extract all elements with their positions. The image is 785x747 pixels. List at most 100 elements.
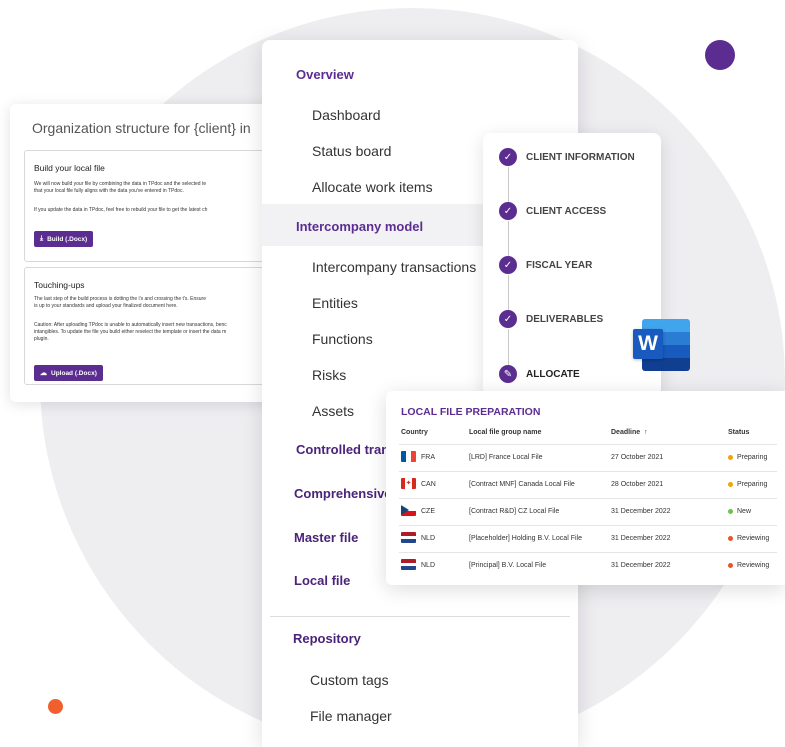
status-label: Preparing (737, 481, 768, 488)
cell-deadline: 31 December 2022 (611, 508, 671, 515)
nav-custom-tags[interactable]: Custom tags (310, 672, 389, 688)
nav-repository[interactable]: Repository (293, 631, 361, 646)
nav-intercompany-transactions[interactable]: Intercompany transactions (312, 259, 476, 275)
pencil-icon: ✎ (499, 365, 517, 383)
status-dot-icon (728, 454, 733, 460)
table-row[interactable]: NLD [Principal] B.V. Local File 31 Decembe… (399, 552, 777, 579)
nav-functions[interactable]: Functions (312, 331, 373, 347)
step-label: FISCAL YEAR (526, 259, 593, 271)
check-icon: ✓ (499, 148, 517, 166)
status-label: Reviewing (737, 535, 770, 542)
cell-status: Preparing (728, 481, 767, 488)
cell-status: Reviewing (728, 535, 769, 542)
deadline-header-label: Deadline (611, 429, 641, 436)
flag-fr-icon (401, 451, 416, 462)
table-row[interactable]: NLD [Placeholder] Holding B.V. Local File… (399, 525, 777, 552)
column-header-country[interactable]: Country (401, 429, 428, 436)
build-docx-button[interactable]: ⤓ Build (.Docx) (34, 231, 94, 247)
touch-text-line: The last step of the build process is do… (34, 296, 207, 302)
decorative-dot-purple (705, 40, 735, 70)
table-row[interactable]: CZE [Contract R&D] CZ Local File 31 Decemb… (399, 498, 777, 525)
decorative-dot-orange (48, 699, 63, 714)
cell-country-code: NLD (421, 562, 436, 569)
flag-cz-icon (401, 505, 416, 516)
step-fiscal-year[interactable]: ✓ FISCAL YEAR (499, 256, 592, 274)
build-button-label: Build (.Docx) (47, 235, 88, 243)
download-icon: ⤓ (40, 235, 44, 242)
nav-divider (270, 616, 570, 617)
build-text-line: that your local file fully aligns with t… (34, 188, 184, 194)
cell-country-code: NLD (421, 535, 436, 542)
nav-status-board[interactable]: Status board (312, 143, 391, 159)
organization-structure-card: Organization structure for {client} in B… (10, 104, 280, 402)
cell-group-name: [Contract R&D] CZ Local File (469, 508, 560, 515)
status-dot-icon (728, 562, 733, 568)
step-label: CLIENT ACCESS (526, 205, 607, 217)
check-icon: ✓ (499, 202, 517, 220)
nav-dashboard[interactable]: Dashboard (312, 107, 381, 123)
column-header-group-name[interactable]: Local file group name (469, 429, 541, 436)
cell-group-name: [Placeholder] Holding B.V. Local File (469, 535, 582, 542)
step-connector (508, 275, 509, 311)
cell-deadline: 31 December 2022 (611, 562, 671, 569)
word-icon-bar (642, 358, 690, 371)
cell-group-name: [Contract MNF] Canada Local File (469, 481, 575, 488)
touch-caution-line: plugin. (34, 336, 49, 342)
touch-caution-line: Caution: After uploading TPdoc is unable… (34, 322, 227, 328)
nav-master-file[interactable]: Master file (294, 530, 358, 545)
cell-status: New (728, 508, 751, 515)
flag-nl-icon (401, 532, 416, 543)
cell-group-name: [LRD] France Local File (469, 454, 543, 461)
step-label: ALLOCATE (526, 368, 580, 380)
step-deliverables[interactable]: ✓ DELIVERABLES (499, 310, 603, 328)
cell-deadline: 31 December 2022 (611, 535, 671, 542)
cell-status: Reviewing (728, 562, 769, 569)
step-client-information[interactable]: ✓ CLIENT INFORMATION (499, 148, 635, 166)
check-icon: ✓ (499, 310, 517, 328)
nav-entities[interactable]: Entities (312, 295, 358, 311)
nav-file-manager[interactable]: File manager (310, 708, 392, 724)
local-file-preparation-table: LOCAL FILE PREPARATION Country Local fil… (386, 391, 785, 585)
table-row[interactable]: FRA [LRD] France Local File 27 October 202… (399, 444, 777, 471)
nav-risks[interactable]: Risks (312, 367, 346, 383)
sort-arrow-up-icon: ↑ (642, 429, 648, 436)
cell-deadline: 27 October 2021 (611, 454, 664, 461)
build-text-line: We will now build your file by combining… (34, 181, 207, 187)
build-text-line: If you update the data in TPdoc, feel fr… (34, 207, 208, 213)
touching-ups-section: Touching-ups The last step of the build … (24, 267, 280, 385)
step-label: CLIENT INFORMATION (526, 151, 635, 163)
upload-button-label: Upload (.Docx) (51, 369, 97, 377)
flag-ca-icon: ✦ (401, 478, 416, 489)
cell-group-name: [Principal] B.V. Local File (469, 562, 547, 569)
status-dot-icon (728, 481, 733, 487)
status-label: Preparing (737, 454, 768, 461)
status-label: New (737, 508, 752, 515)
cell-country-code: CZE (421, 508, 435, 515)
nav-allocate-work-items[interactable]: Allocate work items (312, 179, 433, 195)
nav-comprehensive[interactable]: Comprehensive (294, 486, 392, 501)
nav-intercompany-model[interactable]: Intercompany model (296, 219, 423, 234)
cell-status: Preparing (728, 454, 767, 461)
status-label: Reviewing (737, 562, 770, 569)
touch-caution-line: intangibles. To update the file you buil… (34, 329, 227, 335)
build-heading: Build your local file (34, 163, 105, 173)
status-dot-icon (728, 535, 733, 541)
upload-docx-button[interactable]: ☁ Upload (.Docx) (34, 365, 103, 381)
nav-local-file[interactable]: Local file (294, 573, 350, 588)
column-header-deadline[interactable]: Deadline ↑ (611, 429, 648, 436)
cell-country-code: FRA (421, 454, 435, 461)
nav-overview[interactable]: Overview (296, 67, 354, 82)
step-connector (508, 167, 509, 203)
check-icon: ✓ (499, 256, 517, 274)
step-connector (508, 329, 509, 365)
touch-text-line: is up to your standards and upload your … (34, 303, 178, 309)
cloud-upload-icon: ☁ (40, 370, 47, 377)
word-letter-tile: W (633, 329, 663, 359)
flag-nl-icon (401, 559, 416, 570)
step-allocate[interactable]: ✎ ALLOCATE (499, 365, 580, 383)
nav-assets[interactable]: Assets (312, 403, 354, 419)
cell-country-code: CAN (421, 481, 436, 488)
table-row[interactable]: ✦ CAN [Contract MNF] Canada Local File 28 O… (399, 471, 777, 498)
step-client-access[interactable]: ✓ CLIENT ACCESS (499, 202, 606, 220)
column-header-status[interactable]: Status (728, 429, 749, 436)
